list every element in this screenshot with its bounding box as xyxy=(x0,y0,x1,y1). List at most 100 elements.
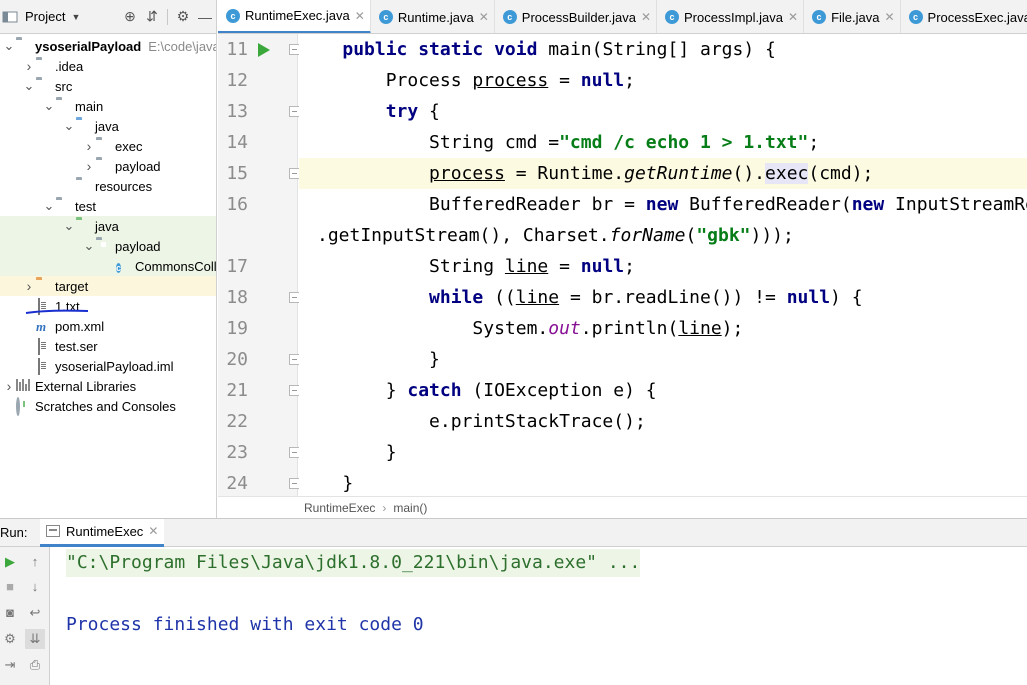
chevron-right-icon[interactable]: › xyxy=(82,138,96,154)
folder-test-icon xyxy=(76,219,92,233)
hide-panel-icon[interactable]: — xyxy=(194,9,216,25)
java-class-icon: c xyxy=(378,10,393,24)
line-number: 15 xyxy=(226,163,248,184)
tree-item-label: Scratches and Consoles xyxy=(35,398,176,414)
tree-item-label: payload xyxy=(115,158,161,174)
chevron-down-icon[interactable]: ⌄ xyxy=(62,218,76,234)
chevron-down-icon[interactable]: ⌄ xyxy=(42,198,56,214)
run-gutter-icon[interactable] xyxy=(258,43,270,57)
tree-item[interactable]: › exec xyxy=(0,136,216,156)
editor-tab[interactable]: c RuntimeExec.java ✕ xyxy=(218,0,371,33)
run-tab[interactable]: RuntimeExec ✕ xyxy=(40,518,165,547)
run-panel-label: Run: xyxy=(0,525,28,540)
folder-icon xyxy=(56,199,72,213)
gear-icon[interactable]: ⚙ xyxy=(172,8,194,25)
code-line-14: String cmd ="cmd /c echo 1 > 1.txt"; xyxy=(299,132,820,153)
tree-item-label: target xyxy=(55,278,89,294)
breadcrumb-class[interactable]: RuntimeExec xyxy=(304,501,375,515)
editor-tabs: c RuntimeExec.java ✕ c Runtime.java ✕ c Process… xyxy=(218,0,1027,34)
tree-item-label: src xyxy=(55,78,73,94)
tree-item-label: CommonsColle xyxy=(135,258,217,274)
editor-tab[interactable]: c ProcessImpl.java ✕ xyxy=(657,0,805,33)
tree-item[interactable]: ⌄ src xyxy=(0,76,216,96)
tree-item[interactable]: ⌄ java xyxy=(0,116,216,136)
tree-item-label: ysoserialPayload xyxy=(35,38,142,54)
soft-wrap-icon[interactable]: ↩ xyxy=(25,603,45,623)
tree-item[interactable]: resources xyxy=(0,176,216,196)
run-console[interactable]: "C:\Program Files\Java\jdk1.8.0_221\bin\… xyxy=(51,547,1027,685)
collapse-all-icon[interactable]: ⇵ xyxy=(141,8,163,25)
editor-tab[interactable]: c ProcessBuilder.java ✕ xyxy=(495,0,658,33)
code-editor[interactable]: public static void main(String[] args) {… xyxy=(299,34,1027,496)
chevron-down-icon[interactable]: ▼ xyxy=(71,12,80,22)
java-class-icon: c xyxy=(502,10,517,24)
code-line-20: } xyxy=(299,349,440,370)
folder-source-icon xyxy=(76,119,92,133)
locate-icon[interactable]: ⊕ xyxy=(119,8,141,25)
chevron-right-icon[interactable]: › xyxy=(22,278,36,294)
chevron-down-icon[interactable]: ⌄ xyxy=(22,78,36,94)
editor-tab[interactable]: c Runtime.java ✕ xyxy=(371,0,495,33)
close-icon[interactable]: ✕ xyxy=(788,10,798,24)
tree-item[interactable]: › payload xyxy=(0,156,216,176)
stop-icon[interactable]: ■ xyxy=(0,577,20,597)
exit-icon[interactable]: ⇥ xyxy=(0,655,20,675)
editor-tab[interactable]: c File.java ✕ xyxy=(804,0,901,33)
console-exit-line: Process finished with exit code 0 xyxy=(66,614,424,635)
editor-gutter: 11 12 13 14 15 16 17 18 19 20 21 22 23 24 xyxy=(218,34,300,496)
print-icon[interactable]: ⎙ xyxy=(25,655,45,675)
chevron-right-icon[interactable]: › xyxy=(2,378,16,394)
tree-item[interactable]: ⌄ ysoserialPayload E:\code\java\ xyxy=(0,36,216,56)
close-icon[interactable]: ✕ xyxy=(355,9,365,23)
tree-item[interactable]: ⌄ java xyxy=(0,216,216,236)
maven-icon: m xyxy=(36,319,47,334)
close-icon[interactable]: ✕ xyxy=(641,10,651,24)
folder-excluded-icon xyxy=(36,279,52,293)
arrow-down-icon[interactable]: ↓ xyxy=(25,577,45,597)
code-line-18: while ((line = br.readLine()) != null) { xyxy=(429,287,863,308)
tree-item[interactable]: test.ser xyxy=(0,336,216,356)
line-number: 11 xyxy=(226,39,248,60)
tree-item[interactable]: › .idea xyxy=(0,56,216,76)
rerun-icon[interactable]: ▶ xyxy=(0,552,20,572)
settings-icon[interactable]: ⚙ xyxy=(0,629,20,649)
chevron-down-icon[interactable]: ⌄ xyxy=(82,238,96,254)
run-toolbar: ▶ ↑ ■ ↓ ◙ ↩ ⚙ ⇊ ⇥ ⎙ xyxy=(0,547,50,685)
close-icon[interactable]: ✕ xyxy=(479,10,489,24)
close-icon[interactable]: ✕ xyxy=(148,524,158,538)
tree-item[interactable]: › External Libraries xyxy=(0,376,216,396)
project-panel-title[interactable]: Project xyxy=(25,9,65,24)
chevron-down-icon[interactable]: ⌄ xyxy=(42,98,56,114)
tree-item-label: ysoserialPayload.iml xyxy=(55,358,174,374)
line-number: 14 xyxy=(226,132,248,153)
line-number: 22 xyxy=(226,411,248,432)
tree-item-label: test xyxy=(75,198,96,214)
scroll-to-end-icon[interactable]: ⇊ xyxy=(25,629,45,649)
chevron-down-icon[interactable]: ⌄ xyxy=(2,38,16,54)
tree-item-label: resources xyxy=(95,178,153,194)
tree-item[interactable]: ⌄ test xyxy=(0,196,216,216)
breadcrumb-method[interactable]: main() xyxy=(393,501,427,515)
tree-item[interactable]: ⌄ payload xyxy=(0,236,216,256)
editor-tab-label: ProcessExec.java xyxy=(927,9,1027,25)
line-number: 12 xyxy=(226,70,248,91)
line-number: 18 xyxy=(226,287,248,308)
camera-icon[interactable]: ◙ xyxy=(0,603,20,623)
tree-item[interactable]: m pom.xml xyxy=(0,316,216,336)
chevron-down-icon[interactable]: ⌄ xyxy=(62,118,76,134)
tree-item-label: test.ser xyxy=(55,338,98,354)
tree-item-label: .idea xyxy=(55,58,84,74)
chevron-right-icon[interactable]: › xyxy=(22,58,36,74)
tree-item[interactable]: ysoserialPayload.iml xyxy=(0,356,216,376)
chevron-right-icon[interactable]: › xyxy=(82,158,96,174)
editor-tab[interactable]: cProcessExec.java✕ xyxy=(901,0,1027,33)
arrow-up-icon[interactable]: ↑ xyxy=(25,552,45,572)
tree-item[interactable]: Scratches and Consoles xyxy=(0,396,216,416)
tree-item[interactable]: c CommonsColle xyxy=(0,256,217,276)
run-tab-label: RuntimeExec xyxy=(66,523,144,539)
java-class-icon: c xyxy=(116,263,122,273)
tree-item[interactable]: › target xyxy=(0,276,216,296)
close-icon[interactable]: ✕ xyxy=(884,10,894,24)
tree-item[interactable]: ⌄ main xyxy=(0,96,216,116)
code-line-13: try { xyxy=(385,101,440,122)
